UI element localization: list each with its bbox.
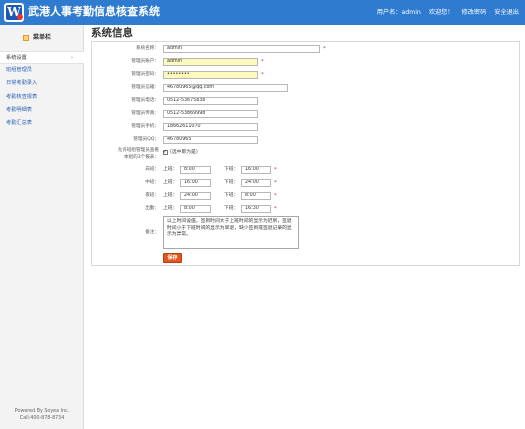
sidebar-item-daily-attendance[interactable]: 日常考勤录入 [0,77,84,90]
shift-middle-label: 中班： [145,180,159,185]
admin-qq-label: 管理员QQ： [133,137,159,142]
admin-phone-label: 管理员电话： [131,98,159,103]
sidebar-item-attendance-detail[interactable]: 考勤明细表 [0,104,84,117]
admin-email-label: 管理员信箱： [131,85,159,90]
admin-fax-input[interactable]: 0512-53869998 [163,110,258,118]
admin-fax-label: 管理员传真： [131,111,159,116]
off-label: 下班： [224,167,239,172]
sidebar-item-label: 考勤明细表 [6,106,32,113]
sidebar-item-label: 日常考勤录入 [6,80,38,87]
remark-label: 备注： [145,230,159,235]
system-info-form: 系统名称： admin * 管理员账户： admin * 管理员密码： ••••… [91,41,520,266]
off-label: 下班： [224,193,239,198]
shift-night-off-input[interactable]: 8:00 [241,192,271,200]
change-password-link[interactable]: 修改密码 [462,9,487,16]
allow-check-checkbox[interactable] [163,149,168,155]
allow-check-hint: (选中即为是) [170,150,198,155]
shift-night-label: 夜班： [145,193,159,198]
sidebar-item-label: 考勤核查报表 [6,93,38,100]
sidebar-item-attendance-summary[interactable]: 考勤汇总表 [0,117,84,130]
top-links: 用户名：admin 欢迎您！ 修改密码 安全退出 [377,8,519,17]
shift-attendance-on-input[interactable]: 8:00 [180,205,211,213]
shift-night-on-input[interactable]: 24:00 [180,192,211,200]
user-name: admin [401,9,421,16]
admin-mobile-label: 管理员手机： [131,124,159,129]
required-mark: * [274,193,277,199]
on-label: 上班： [163,193,178,198]
admin-mobile-input[interactable]: 18662611070 [163,123,258,131]
sidebar-item-team-admin[interactable]: 班组管理员 [0,64,84,77]
system-name-label: 系统名称： [136,46,159,51]
logout-link[interactable]: 安全退出 [494,9,519,16]
on-label: 上班： [163,206,178,211]
shift-middle-off-input[interactable]: 24:00 [241,179,271,187]
sidebar-item-attendance-check-report[interactable]: 考勤核查报表 [0,91,84,104]
required-mark: * [274,167,277,173]
admin-account-label: 管理员账户： [131,59,159,64]
admin-account-input[interactable]: admin [163,58,258,66]
sidebar-item-label: 系统设置 [6,55,27,61]
required-mark: * [323,46,326,52]
save-button[interactable]: 保存 [163,253,182,263]
footer-call: Call:400-878-8734 [19,415,65,421]
sidebar-item-system-settings[interactable]: 系统设置 › [0,51,84,65]
app-logo: W [4,3,24,22]
sidebar-footer: Powered By Soyea Inc. Call:400-878-8734 [0,409,84,422]
required-mark: * [274,206,277,212]
shift-day-on-input[interactable]: 8:00 [180,166,211,174]
app-header: W 武港人事考勤信息核查系统 用户名：admin 欢迎您！ 修改密码 安全退出 [0,0,525,25]
shift-day-label: 白班： [145,167,159,172]
required-mark: * [261,59,264,65]
sidebar-item-label: 考勤汇总表 [6,119,32,126]
shift-attendance-label: 出勤： [145,206,159,211]
page-title: 系统信息 [91,27,133,39]
admin-email-input[interactable]: 46780965@qq.com [163,84,288,92]
on-label: 上班： [163,167,178,172]
admin-phone-input[interactable]: 0512-53875838 [163,97,258,105]
menu-list: 系统设置 › 班组管理员 日常考勤录入 考勤核查报表 考勤明细表 考勤汇总表 [0,51,84,130]
admin-password-label: 管理员密码： [131,72,159,77]
off-label: 下班： [224,206,239,211]
menu-header: 菜单栏 [0,32,84,44]
app-title: 武港人事考勤信息核查系统 [28,5,160,18]
allow-check-label-line2: 本组的3个报表： [123,155,159,160]
chevron-right-icon: › [71,55,73,61]
user-label: 用户名： [376,9,402,16]
system-name-input[interactable]: admin [163,45,320,53]
shift-attendance-off-input[interactable]: 16:30 [241,205,271,213]
sidebar-item-label: 班组管理员 [6,67,32,74]
sidebar: 菜单栏 系统设置 › 班组管理员 日常考勤录入 考勤核查报表 考勤明细表 考勤汇… [0,25,84,429]
logo-dot-icon [17,14,23,20]
allow-check-label-line1: 允许班组管理员查看 [117,148,159,153]
on-label: 上班： [163,180,178,185]
menu-icon [23,35,29,41]
off-label: 下班： [224,180,239,185]
admin-qq-input[interactable]: 46780965 [163,136,258,144]
menu-title: 菜单栏 [33,34,52,41]
required-mark: * [274,180,277,186]
welcome-text: 欢迎您！ [428,9,454,16]
shift-day-off-input[interactable]: 16:00 [241,166,271,174]
required-mark: * [261,72,264,78]
admin-password-input[interactable]: •••••••• [163,71,258,79]
shift-middle-on-input[interactable]: 16:00 [180,179,211,187]
remark-textarea[interactable]: 以上时间设值，签到时间大于上班时间的显示为迟到，签退时间小于下班时间的显示为早退… [163,216,299,249]
